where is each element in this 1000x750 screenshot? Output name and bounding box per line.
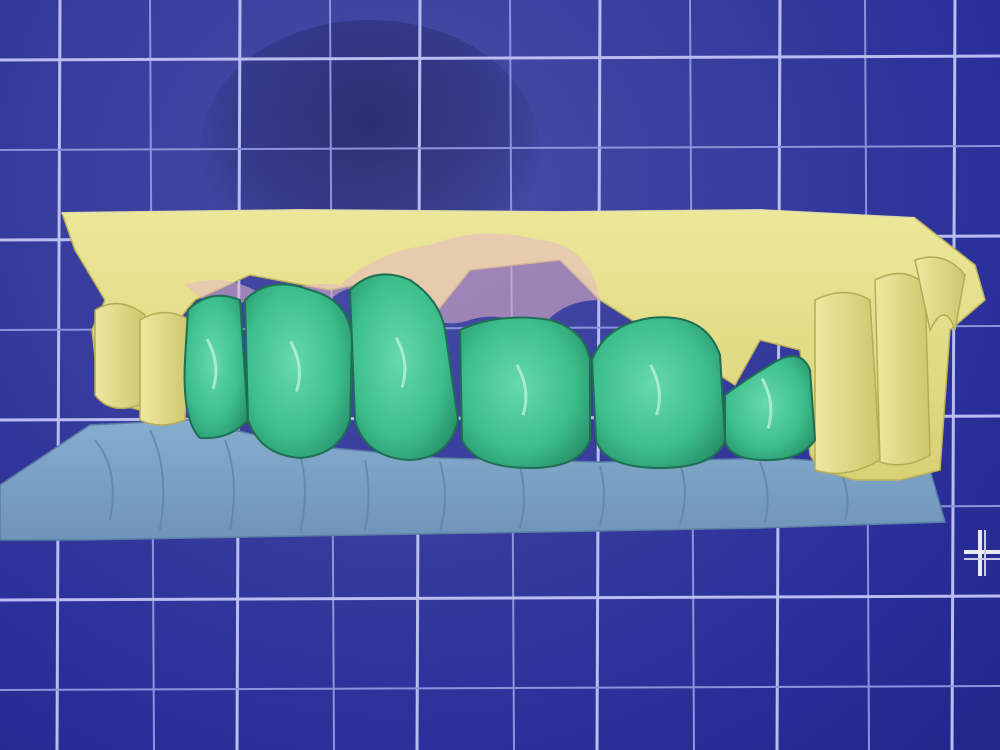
cad-3d-viewport[interactable] [0,0,1000,750]
crosshair-icon[interactable] [956,520,1000,580]
left-posterior-teeth[interactable] [94,302,191,426]
dental-model-3d[interactable] [0,0,1000,750]
